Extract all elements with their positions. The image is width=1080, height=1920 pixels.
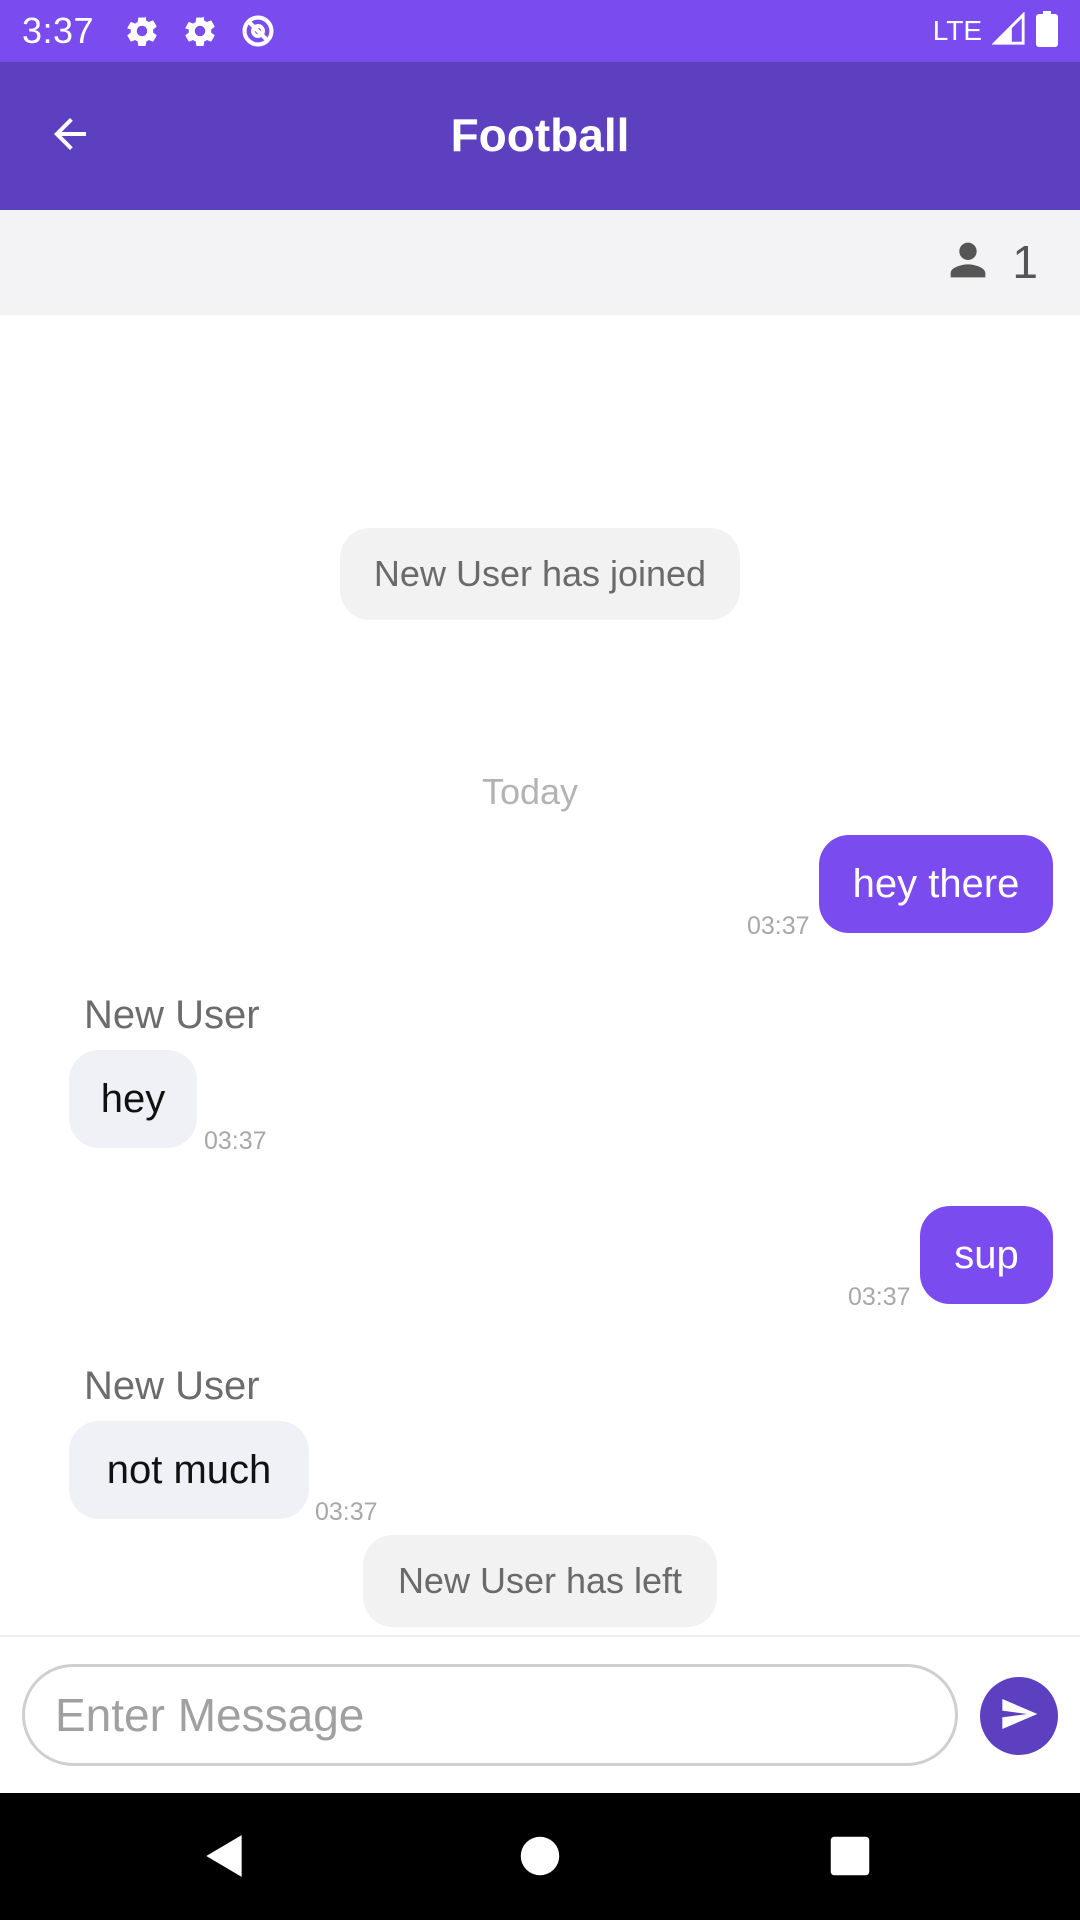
- page-title: Football: [450, 109, 630, 161]
- status-notification-icons: [122, 11, 278, 51]
- status-system-icons: LTE: [932, 10, 1058, 52]
- data-saver-icon: [238, 11, 278, 51]
- incoming-message[interactable]: hey: [69, 1050, 197, 1148]
- person-icon: [942, 234, 994, 291]
- outgoing-message[interactable]: sup: [920, 1206, 1053, 1304]
- message-composer: [0, 1635, 1080, 1793]
- network-type: LTE: [932, 15, 982, 46]
- left-event: New User has left: [363, 1535, 717, 1627]
- members-button[interactable]: 1: [942, 232, 1038, 292]
- message-time: 03:37: [315, 1498, 378, 1526]
- signal-icon: [991, 10, 1026, 51]
- outgoing-message[interactable]: hey there: [819, 835, 1053, 933]
- nav-home-button[interactable]: [505, 1823, 575, 1893]
- send-button[interactable]: [980, 1677, 1058, 1755]
- nav-home-icon: [519, 1835, 561, 1882]
- nav-back-icon: [200, 1831, 250, 1886]
- settings-icon: [180, 11, 220, 51]
- sender-name: New User: [84, 1364, 260, 1408]
- message-time: 03:37: [848, 1283, 911, 1311]
- member-count: 1: [1012, 236, 1038, 288]
- message-input[interactable]: [22, 1664, 958, 1766]
- app-bar: Football: [0, 62, 1080, 210]
- nav-recents-button[interactable]: [815, 1823, 885, 1893]
- date-separator: Today: [481, 771, 579, 812]
- message-list[interactable]: New User has joined Today 03:37 hey ther…: [0, 315, 1080, 1635]
- nav-recents-icon: [829, 1835, 871, 1882]
- settings-icon: [122, 11, 162, 51]
- message-time: 03:37: [204, 1127, 267, 1155]
- sender-name: New User: [84, 993, 260, 1037]
- status-time: 3:37: [22, 10, 95, 51]
- chat-screen: 3:37 LTE Football 1 New User has joined …: [0, 0, 1080, 1920]
- message-time: 03:37: [747, 912, 810, 940]
- members-bar: 1: [0, 210, 1080, 315]
- system-nav-bar: [0, 1793, 1080, 1920]
- status-bar: 3:37 LTE: [0, 0, 1080, 62]
- nav-back-button[interactable]: [190, 1823, 260, 1893]
- send-icon: [999, 1694, 1039, 1739]
- incoming-message[interactable]: not much: [69, 1421, 309, 1519]
- joined-event: New User has joined: [340, 528, 740, 620]
- battery-icon: [1036, 10, 1058, 52]
